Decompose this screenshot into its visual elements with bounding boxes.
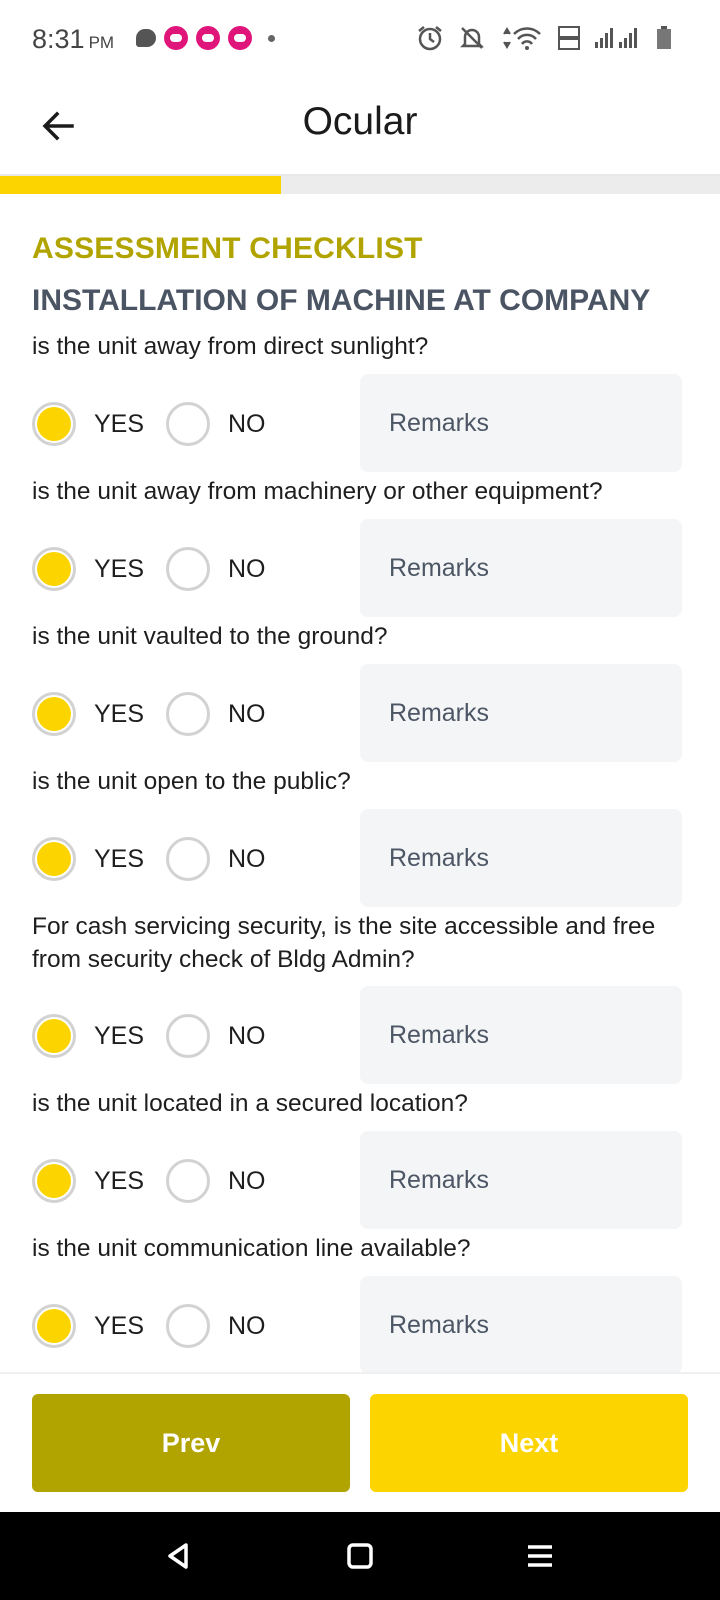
radio-circle [32, 1304, 76, 1348]
bell-off-icon [459, 27, 485, 49]
checklist-content[interactable]: ASSESSMENT CHECKLIST INSTALLATION OF MAC… [0, 194, 720, 1372]
remarks-input[interactable] [360, 519, 682, 617]
question-text: is the unit vaulted to the ground? [32, 623, 388, 650]
radio-no[interactable]: NO [166, 689, 266, 739]
radio-label: YES [94, 1021, 145, 1050]
radio-label: NO [228, 1311, 266, 1340]
radio-no[interactable]: NO [166, 1156, 266, 1206]
radio-yes[interactable]: YES [32, 1301, 144, 1351]
notification-icons [136, 26, 275, 50]
radio-no[interactable]: NO [166, 1301, 266, 1351]
section-label: ASSESSMENT CHECKLIST [32, 232, 423, 265]
radio-circle [32, 837, 76, 881]
question-text: is the unit located in a secured locatio… [32, 1090, 468, 1117]
radio-circle [166, 1304, 210, 1348]
question-text: is the unit communication line available… [32, 1235, 471, 1262]
radio-no[interactable]: NO [166, 1011, 266, 1061]
back-triangle-icon [168, 1543, 188, 1569]
radio-yes[interactable]: YES [32, 689, 144, 739]
alarm-icon [418, 26, 442, 51]
page-title: Ocular [302, 100, 418, 143]
question-answer-row: YES NO [32, 374, 688, 472]
wifi-icon [503, 27, 541, 50]
remarks-input[interactable] [360, 809, 682, 907]
radio-circle [32, 402, 76, 446]
app-icon [164, 26, 188, 50]
radio-circle [166, 692, 210, 736]
volte-icon [558, 26, 580, 50]
radio-label: NO [228, 844, 266, 873]
app-icon [196, 26, 220, 50]
status-bar: 8:31 PM [0, 0, 720, 80]
radio-label: YES [94, 409, 145, 438]
question-answer-row: YES NO [32, 519, 688, 617]
progress-bar [0, 176, 720, 194]
radio-circle [166, 402, 210, 446]
app-bar: Ocular [0, 80, 720, 174]
radio-no[interactable]: NO [166, 544, 266, 594]
radio-label: NO [228, 699, 266, 728]
radio-label: YES [94, 1311, 145, 1340]
radio-no[interactable]: NO [166, 834, 266, 884]
question-answer-row: YES NO [32, 1131, 688, 1229]
nav-back-button[interactable] [150, 1528, 206, 1584]
radio-label: NO [228, 409, 266, 438]
system-nav-bar [0, 1512, 720, 1600]
remarks-input[interactable] [360, 1131, 682, 1229]
system-icons [416, 24, 672, 52]
radio-yes[interactable]: YES [32, 544, 144, 594]
remarks-input[interactable] [360, 986, 682, 1084]
radio-label: NO [228, 1021, 266, 1050]
next-button[interactable]: Next [370, 1394, 688, 1492]
radio-yes[interactable]: YES [32, 399, 144, 449]
remarks-input[interactable] [360, 374, 682, 472]
radio-circle [32, 692, 76, 736]
question-answer-row: YES NO [32, 986, 688, 1084]
radio-yes[interactable]: YES [32, 834, 144, 884]
question-text: is the unit open to the public? [32, 768, 351, 795]
radio-circle [32, 547, 76, 591]
nav-home-button[interactable] [332, 1528, 388, 1584]
radio-label: NO [228, 1166, 266, 1195]
progress-fill [0, 176, 281, 194]
radio-yes[interactable]: YES [32, 1156, 144, 1206]
radio-circle [166, 1159, 210, 1203]
remarks-input[interactable] [360, 1276, 682, 1372]
section-title: INSTALLATION OF MACHINE AT COMPANY [32, 284, 651, 317]
question-text: For cash servicing security, is the site… [32, 913, 656, 973]
radio-label: YES [94, 1166, 145, 1195]
radio-circle [166, 837, 210, 881]
chat-icon [136, 29, 156, 47]
signal-icon [595, 28, 637, 48]
question-answer-row: YES NO [32, 664, 688, 762]
menu-lines-icon [528, 1545, 552, 1567]
radio-circle [32, 1159, 76, 1203]
bottom-action-bar: Prev Next [0, 1372, 720, 1512]
question-text: is the unit away from direct sunlight? [32, 333, 429, 360]
radio-circle [32, 1014, 76, 1058]
home-square-icon [347, 1543, 373, 1569]
status-time: 8:31 PM [32, 24, 115, 54]
prev-button[interactable]: Prev [32, 1394, 350, 1492]
dot-icon [268, 34, 275, 42]
radio-label: NO [228, 554, 266, 583]
app-icon [228, 26, 252, 50]
question-answer-row: YES NO [32, 1276, 688, 1372]
radio-yes[interactable]: YES [32, 1011, 144, 1061]
radio-no[interactable]: NO [166, 399, 266, 449]
nav-menu-button[interactable] [512, 1528, 568, 1584]
question-text: is the unit away from machinery or other… [32, 478, 603, 505]
radio-label: YES [94, 844, 145, 873]
radio-label: YES [94, 699, 145, 728]
battery-icon [657, 26, 671, 49]
radio-label: YES [94, 554, 145, 583]
radio-circle [166, 1014, 210, 1058]
radio-circle [166, 547, 210, 591]
remarks-input[interactable] [360, 664, 682, 762]
question-answer-row: YES NO [32, 809, 688, 907]
